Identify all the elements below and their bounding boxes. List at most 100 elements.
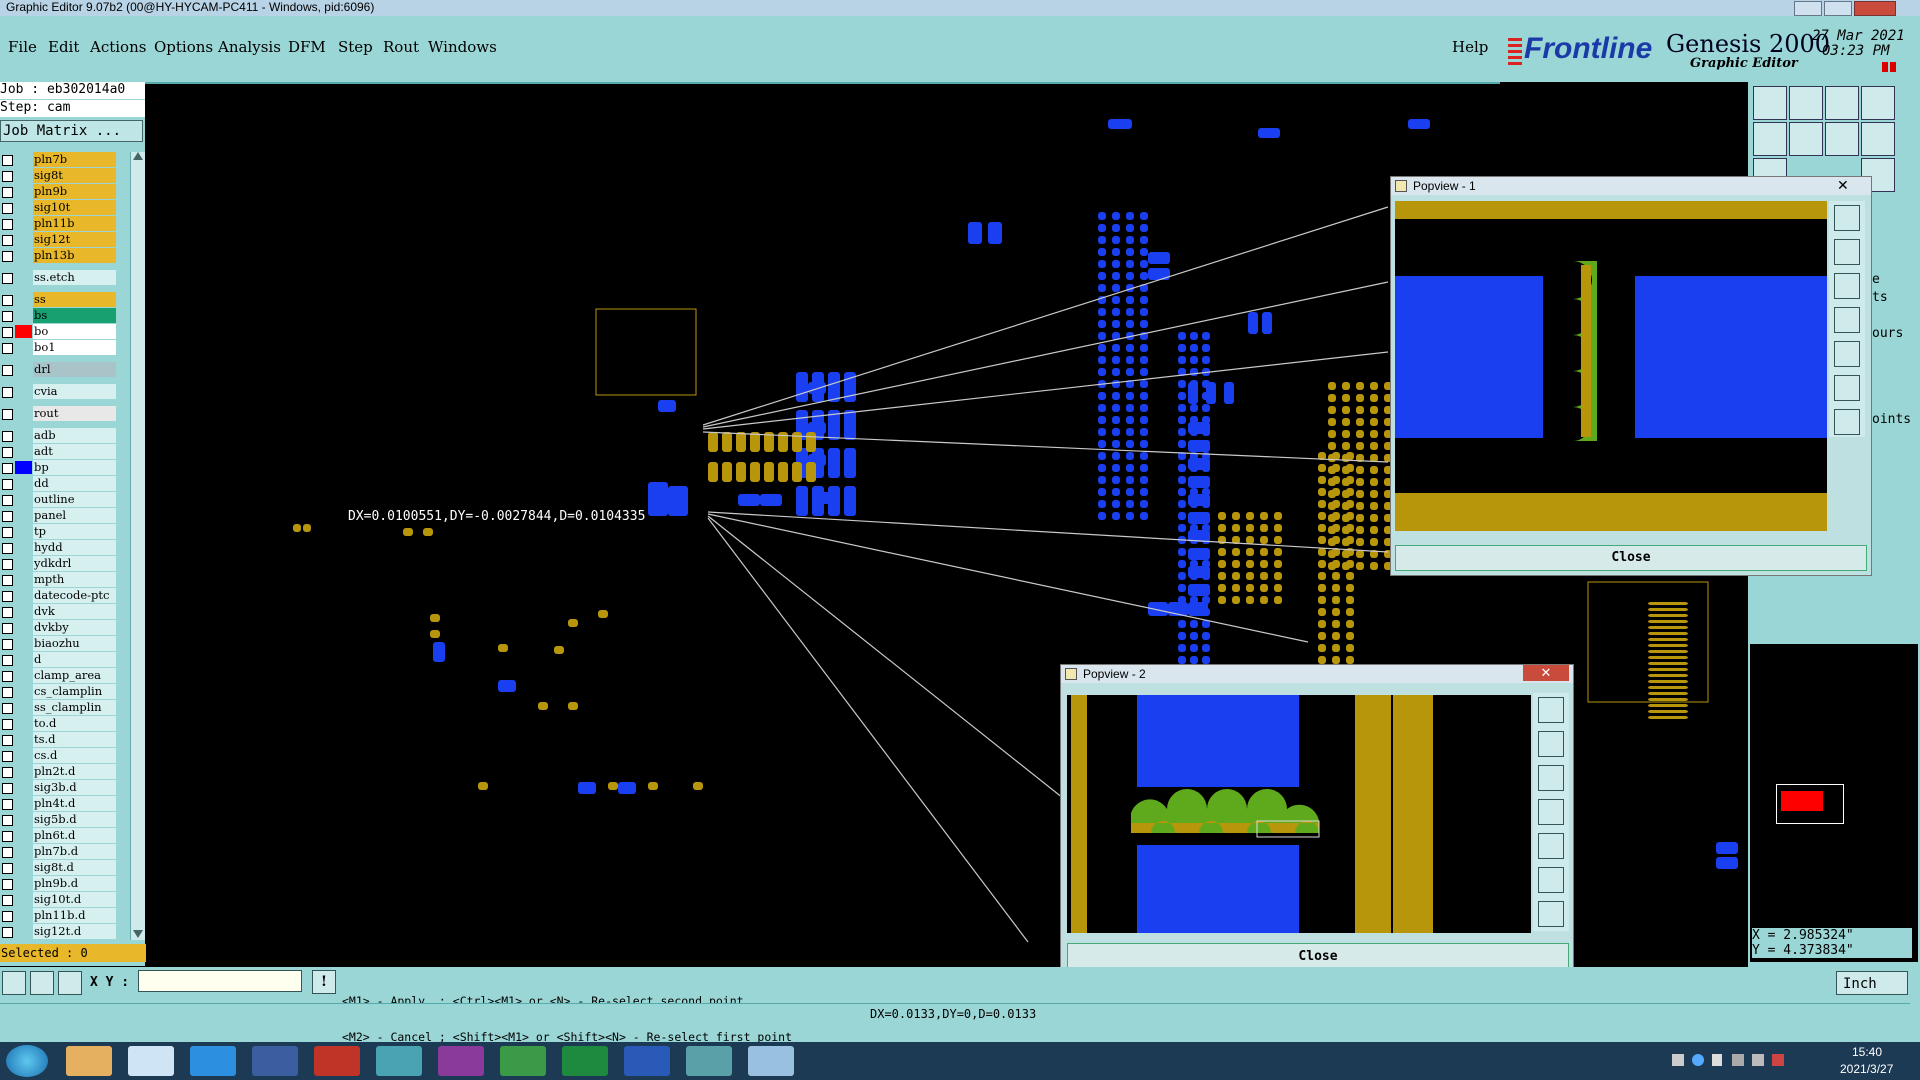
layer-row[interactable]: to.d [0, 716, 120, 732]
layer-checkbox[interactable] [2, 767, 13, 778]
layer-row[interactable]: d [0, 652, 120, 668]
layer-checkbox[interactable] [2, 687, 13, 698]
popview-left-icon[interactable] [1834, 307, 1860, 333]
layer-checkbox[interactable] [2, 155, 13, 166]
layer-list-scrollbar[interactable] [130, 152, 145, 940]
layer-name[interactable]: cvia [33, 384, 116, 399]
taskbar-app-bird-icon[interactable] [190, 1046, 236, 1076]
home-icon[interactable] [1753, 86, 1787, 120]
overview-map[interactable] [1750, 644, 1918, 962]
layer-checkbox[interactable] [2, 409, 13, 420]
layer-row[interactable]: mpth [0, 572, 120, 588]
layer-row[interactable]: sig5b.d [0, 812, 120, 828]
layer-name[interactable]: ss [33, 292, 116, 307]
layer-row[interactable]: pln7b.d [0, 844, 120, 860]
layer-row[interactable]: bs [0, 308, 120, 324]
popview-2-close-icon[interactable]: ✕ [1523, 665, 1569, 681]
layer-name[interactable]: pln13b [33, 248, 116, 263]
layer-row[interactable]: datecode-ptc [0, 588, 120, 604]
layer-color-swatch[interactable] [15, 493, 32, 506]
layer-color-swatch[interactable] [15, 249, 32, 262]
layer-name[interactable]: sig12t [33, 232, 116, 247]
layer-row[interactable]: sig10t [0, 200, 120, 216]
layer-row[interactable]: dvkby [0, 620, 120, 636]
layer-name[interactable]: ss_clamplin [33, 700, 116, 715]
layer-checkbox[interactable] [2, 559, 13, 570]
layer-color-swatch[interactable] [15, 797, 32, 810]
layer-checkbox[interactable] [2, 235, 13, 246]
layer-color-swatch[interactable] [15, 309, 32, 322]
grid-tool-icon[interactable] [58, 971, 82, 995]
layer-checkbox[interactable] [2, 671, 13, 682]
taskbar-app-save-icon[interactable] [252, 1046, 298, 1076]
layer-name[interactable]: pln11b [33, 216, 116, 231]
layer-checkbox[interactable] [2, 343, 13, 354]
layer-color-swatch[interactable] [15, 765, 32, 778]
popview-right-icon[interactable] [1834, 341, 1860, 367]
menu-options[interactable]: Options [154, 38, 213, 56]
layer-checkbox[interactable] [2, 273, 13, 284]
layer-row[interactable]: drl [0, 362, 120, 378]
layer-name[interactable]: bo [33, 324, 116, 339]
layer-row[interactable]: pln9b [0, 184, 120, 200]
layer-row[interactable]: hydd [0, 540, 120, 556]
layer-name[interactable]: sig8t.d [33, 860, 116, 875]
layer-row[interactable]: bp [0, 460, 120, 476]
layer-color-swatch[interactable] [15, 685, 32, 698]
layer-name[interactable]: outline [33, 492, 116, 507]
layer-color-swatch[interactable] [15, 385, 32, 398]
layer-row[interactable]: biaozhu [0, 636, 120, 652]
layer-row[interactable]: ss.etch [0, 270, 120, 286]
menu-dfm[interactable]: DFM [288, 38, 326, 56]
layer-row[interactable]: ts.d [0, 732, 120, 748]
taskbar-app-eraser-icon[interactable] [748, 1046, 794, 1076]
layer-checkbox[interactable] [2, 295, 13, 306]
layer-color-swatch[interactable] [15, 621, 32, 634]
layer-color-swatch[interactable] [15, 925, 32, 938]
layer-name[interactable]: clamp_area [33, 668, 116, 683]
popview-zoom-in-icon[interactable] [1834, 375, 1860, 401]
measure-tool-icon[interactable] [2, 971, 26, 995]
layer-color-swatch[interactable] [15, 217, 32, 230]
layer-name[interactable]: cs_clamplin [33, 684, 116, 699]
job-matrix-button[interactable]: Job Matrix ... [0, 120, 143, 142]
layer-name[interactable]: pln9b.d [33, 876, 116, 891]
layer-checkbox[interactable] [2, 365, 13, 376]
layer-row[interactable]: dvk [0, 604, 120, 620]
popview-zoom-fit-icon[interactable] [1834, 205, 1860, 231]
layer-color-swatch[interactable] [15, 407, 32, 420]
layer-color-swatch[interactable] [15, 877, 32, 890]
taskbar-app-p-icon[interactable] [500, 1046, 546, 1076]
popview-zoom-in-icon[interactable] [1538, 867, 1564, 893]
layer-name[interactable]: d [33, 652, 116, 667]
layer-name[interactable]: pln11b.d [33, 908, 116, 923]
layer-color-swatch[interactable] [15, 589, 32, 602]
layer-color-swatch[interactable] [15, 573, 32, 586]
layer-color-swatch[interactable] [15, 733, 32, 746]
layer-color-swatch[interactable] [15, 893, 32, 906]
menu-rout[interactable]: Rout [383, 38, 419, 56]
layer-checkbox[interactable] [2, 387, 13, 398]
layer-color-swatch[interactable] [15, 293, 32, 306]
layer-checkbox[interactable] [2, 607, 13, 618]
layer-row[interactable]: sig12t [0, 232, 120, 248]
layer-checkbox[interactable] [2, 219, 13, 230]
layer-row[interactable]: dd [0, 476, 120, 492]
taskbar-app-excel-icon[interactable] [562, 1046, 608, 1076]
layer-checkbox[interactable] [2, 895, 13, 906]
layer-name[interactable]: ydkdrl [33, 556, 116, 571]
taskbar-app-shell-icon[interactable] [66, 1046, 112, 1076]
layer-checkbox[interactable] [2, 831, 13, 842]
layer-color-swatch[interactable] [15, 325, 32, 338]
menu-edit[interactable]: Edit [48, 38, 79, 56]
layer-name[interactable]: pln6t.d [33, 828, 116, 843]
layer-color-swatch[interactable] [15, 669, 32, 682]
layer-row[interactable]: sig8t.d [0, 860, 120, 876]
layer-color-swatch[interactable] [15, 271, 32, 284]
layer-row[interactable]: sig3b.d [0, 780, 120, 796]
layer-color-swatch[interactable] [15, 813, 32, 826]
scroll-down-icon[interactable] [133, 930, 143, 938]
start-button-icon[interactable] [6, 1045, 48, 1077]
layer-checkbox[interactable] [2, 327, 13, 338]
layer-checkbox[interactable] [2, 927, 13, 938]
